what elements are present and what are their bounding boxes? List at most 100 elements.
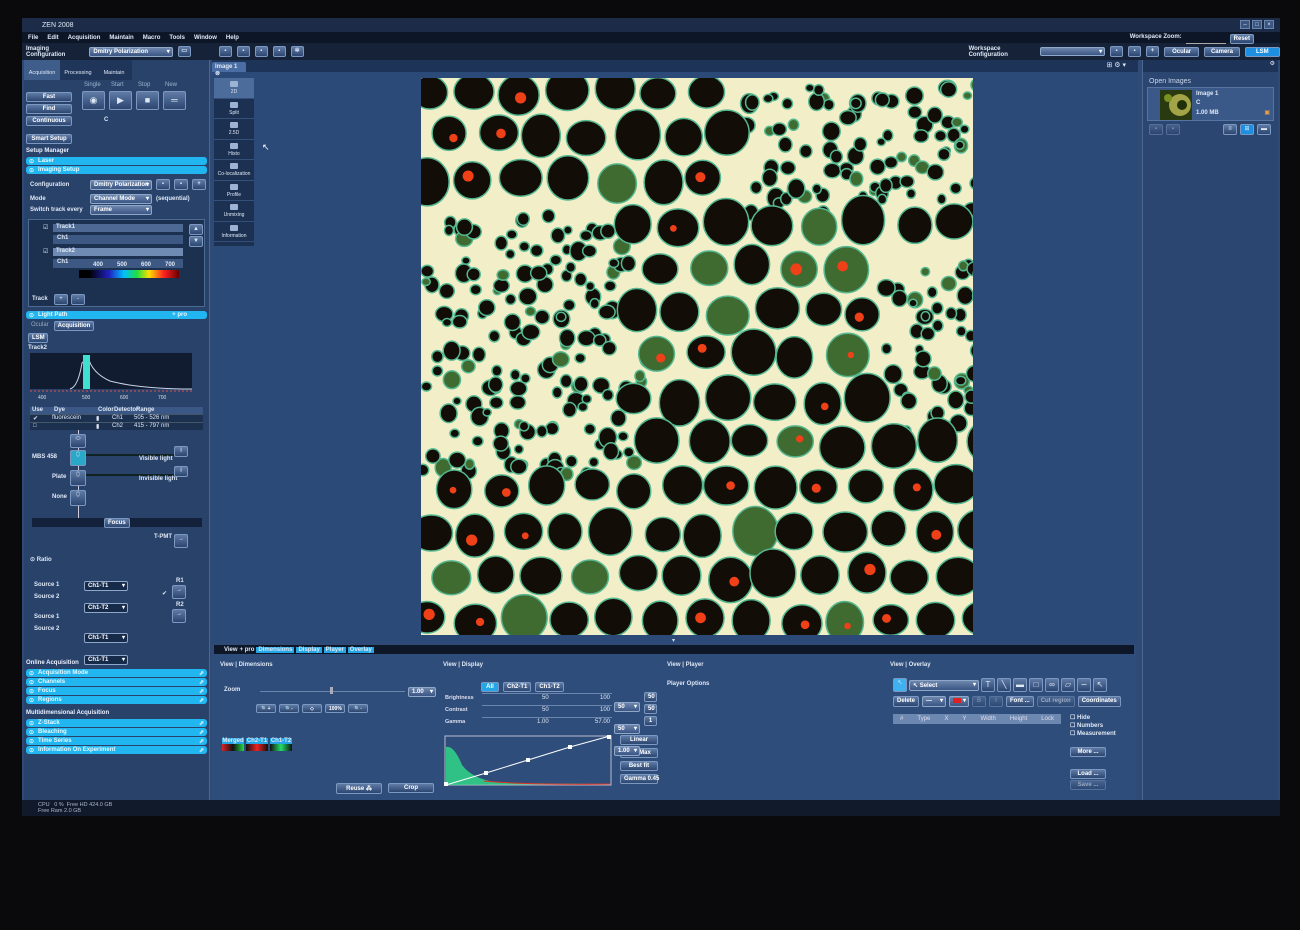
pin-icon[interactable]: ⇗ (199, 738, 204, 745)
overlay-tool-text-icon[interactable]: T (981, 678, 995, 692)
mode-ocular[interactable]: Ocular (1163, 46, 1200, 57)
lock-icon[interactable]: ▣ (1264, 109, 1270, 116)
color-dropdown[interactable] (949, 696, 970, 707)
switch-track-dropdown[interactable]: Frame (90, 204, 152, 215)
tab-maintain[interactable]: Maintain (96, 60, 132, 80)
save-icon[interactable]: ▪ (236, 46, 250, 57)
section-focus[interactable]: ⊙ Focus ⇗ (26, 687, 207, 695)
tool-co-localization[interactable]: Co-localization (214, 160, 254, 181)
maximize-button[interactable]: □ (1252, 20, 1262, 29)
tab-ocular[interactable]: Ocular (28, 321, 52, 331)
visible-light-toggle[interactable]: ł (174, 446, 188, 457)
section-imaging-setup[interactable]: ⊙ Imaging Setup (26, 166, 207, 174)
menu-help[interactable]: Help (226, 35, 239, 41)
export-icon[interactable]: ▪ (272, 46, 286, 57)
player-options[interactable]: Player Options (667, 681, 709, 687)
channel-color-dropdown[interactable] (222, 744, 244, 751)
pin-icon[interactable]: ⇗ (199, 747, 204, 754)
track-checkbox-icon[interactable]: ☑ (43, 248, 48, 255)
config-load-icon[interactable]: ▪ (174, 179, 188, 190)
use-checkbox[interactable]: □ (30, 423, 52, 430)
open-image-item[interactable]: Image 1 C 1.00 MB ▣ (1147, 87, 1274, 121)
settings-icon[interactable]: ✲ (290, 46, 304, 57)
tool-profile[interactable]: Profile (214, 181, 254, 201)
pin-icon[interactable]: ⇗ (199, 697, 204, 704)
pin-icon[interactable]: ⇗ (199, 688, 204, 695)
menu-file[interactable]: File (28, 35, 38, 41)
mode-camera[interactable]: Camera (1204, 46, 1240, 57)
gamma-input[interactable]: 1.00 (614, 746, 640, 756)
mode-dropdown[interactable]: Channel Mode (90, 193, 152, 204)
focus-button[interactable]: Focus (104, 518, 130, 528)
overlay-tool-rect-icon[interactable]: □ (1029, 678, 1043, 692)
delete-button[interactable]: Delete (893, 696, 920, 707)
load-button[interactable]: Load ... (1070, 769, 1106, 779)
tpmt-toggle[interactable]: → (174, 534, 188, 548)
brightness-input[interactable]: 50 (614, 702, 640, 712)
pin-icon[interactable]: ⇗ (199, 720, 204, 727)
channel-ch2-t1[interactable]: Ch2-T1 (246, 738, 268, 751)
minimize-button[interactable]: – (1240, 20, 1250, 29)
display-channel-ch2-t1[interactable]: Ch2-T1 (503, 682, 532, 692)
italic-icon[interactable]: I (989, 696, 1004, 707)
source-dropdown[interactable]: Ch1-T1 (84, 633, 128, 643)
overlay-check-measurement[interactable]: ☐ Measurement (1070, 730, 1116, 738)
smart-setup-button[interactable]: Smart Setup (26, 134, 72, 144)
section-acquisition-mode[interactable]: ⊙ Acquisition Mode ⇗ (26, 669, 207, 677)
close-button[interactable]: × (1264, 20, 1274, 29)
ws-add-icon[interactable]: + (1146, 46, 1159, 57)
crop-button[interactable]: Crop (388, 783, 434, 793)
section-information-on-experiment[interactable]: ⊙ Information On Experiment ⇗ (26, 746, 207, 754)
section-light-path[interactable]: ⊙ Light Path + pro (26, 311, 207, 319)
imaging-config-dropdown[interactable]: Dmitry Polarization (89, 46, 173, 57)
coordinates-button[interactable]: Coordinates (1077, 696, 1121, 707)
menu-macro[interactable]: Macro (143, 35, 161, 41)
gamma-reset-button[interactable]: 1 (644, 716, 657, 726)
source-dropdown[interactable]: Ch1-T1 (84, 581, 128, 591)
configuration-dropdown[interactable]: Dmitry Polarization (90, 179, 152, 190)
channel-merged[interactable]: Merged (222, 738, 244, 751)
tab-acquisition[interactable]: Acquisition (24, 60, 60, 80)
display-channel-all[interactable]: All (481, 682, 499, 692)
overlay-check-hide[interactable]: ☐ Hide (1070, 714, 1116, 722)
gamma-slider[interactable] (482, 717, 612, 718)
overlay-tool-arrow-icon[interactable]: ↖ (1093, 678, 1107, 692)
tab-display[interactable]: Display (296, 646, 322, 653)
menu-window[interactable]: Window (194, 35, 217, 41)
tab-lsm[interactable]: LSM (28, 333, 48, 343)
bold-icon[interactable]: B (972, 696, 987, 707)
invisible-light-toggle[interactable]: ł (174, 466, 188, 477)
filter-plate-button[interactable]: ⬯ (70, 470, 86, 486)
section-time-series[interactable]: ⊙ Time Series ⇗ (26, 737, 207, 745)
contrast-reset-button[interactable]: 50 (644, 704, 657, 714)
grid-view-icon[interactable]: ⊞ (1240, 124, 1254, 135)
tool-unmixing[interactable]: Unmixing (214, 201, 254, 222)
tool-2d[interactable]: 2D (214, 78, 254, 99)
color-swatch[interactable]: ▮ (96, 423, 112, 430)
channel-color-dropdown[interactable] (270, 744, 292, 751)
line-style-dropdown[interactable]: — (922, 696, 947, 707)
zoom-value-input[interactable]: 1.00 (408, 687, 436, 697)
save-button[interactable]: Save ... (1070, 780, 1106, 790)
tab-lp-acquisition[interactable]: Acquisition (53, 321, 95, 331)
pin-icon[interactable]: ⇗ (199, 670, 204, 677)
workspace-config-dropdown[interactable] (1040, 47, 1106, 56)
section-laser[interactable]: ⊙ Laser (26, 157, 207, 165)
right-panel-gear-icon[interactable]: ⚙ (1143, 60, 1278, 72)
more-button[interactable]: More ... (1070, 747, 1106, 757)
reuse-button[interactable]: Reuse ⁂ (336, 783, 382, 794)
track-checkbox-icon[interactable]: ☑ (43, 224, 48, 231)
source-dropdown[interactable]: Ch1-T2 (84, 603, 128, 613)
config-save-icon[interactable]: ▪ (156, 179, 170, 190)
brightness-slider[interactable] (482, 693, 612, 694)
menu-maintain[interactable]: Maintain (109, 35, 133, 41)
source-dropdown[interactable]: Ch1-T1 (84, 655, 128, 665)
overlay-check-numbers[interactable]: ☐ Numbers (1070, 722, 1116, 730)
overlay-tool-parallelogram-icon[interactable]: ▱ (1061, 678, 1075, 692)
menu-tools[interactable]: Tools (169, 35, 185, 41)
display-best-fit-button[interactable]: Best fit (620, 761, 658, 771)
print-icon[interactable]: ▪ (254, 46, 268, 57)
list-view-icon[interactable]: ≡ (1223, 124, 1237, 135)
tab-processing[interactable]: Processing (60, 60, 96, 80)
filter-none-button[interactable]: ⬯ (70, 490, 86, 506)
